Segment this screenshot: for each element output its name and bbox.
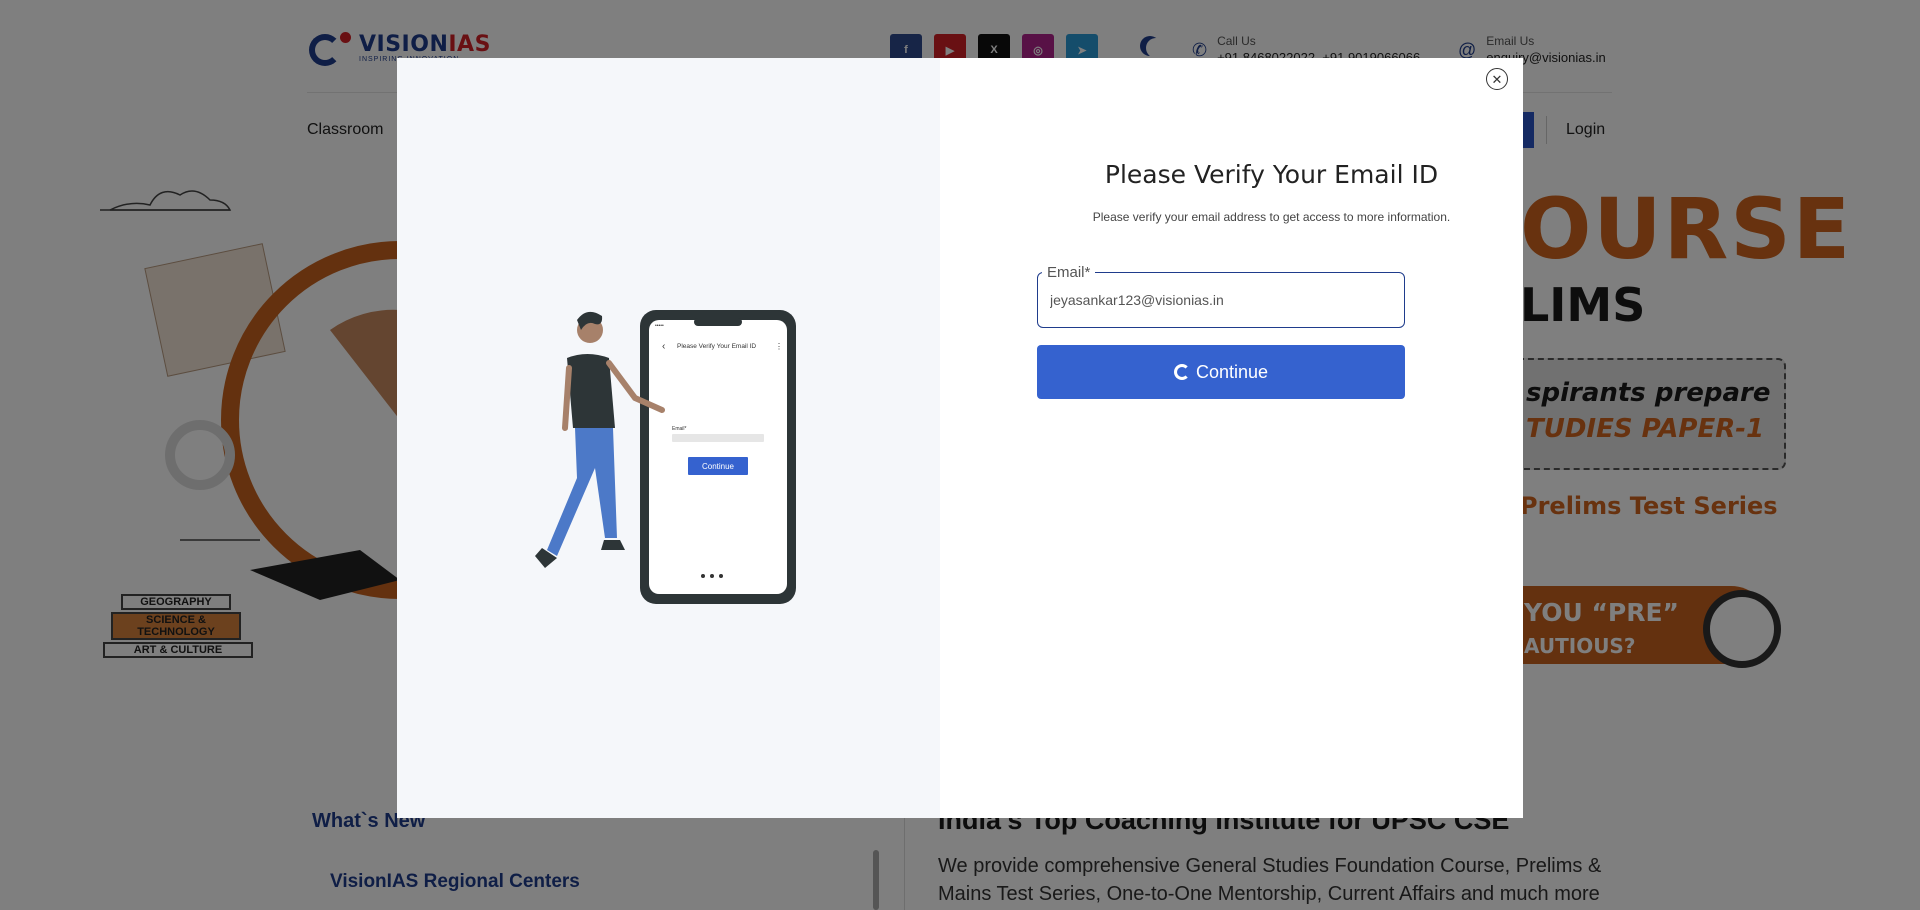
svg-text:‹: ‹	[662, 341, 665, 352]
phone-screen-continue: Continue	[702, 462, 735, 471]
modal-title: Please Verify Your Email ID	[1104, 160, 1439, 189]
modal-subtitle: Please verify your email address to get …	[1092, 210, 1451, 224]
person-phone-illustration: ••••• ‹ Please Verify Your Email ID ⋮ Em…	[535, 310, 796, 604]
verify-email-modal: ••••• ‹ Please Verify Your Email ID ⋮ Em…	[397, 58, 1523, 818]
email-input[interactable]	[1050, 292, 1390, 308]
email-field-label: Email*	[1042, 264, 1096, 281]
svg-text:⋮: ⋮	[775, 342, 783, 351]
loading-spinner-icon	[1173, 364, 1190, 380]
modal-illustration-panel: ••••• ‹ Please Verify Your Email ID ⋮ Em…	[397, 58, 940, 818]
phone-screen-title: Please Verify Your Email ID	[677, 343, 756, 350]
svg-text:•••••: •••••	[655, 323, 664, 329]
continue-button[interactable]: Continue	[1037, 345, 1405, 399]
close-icon[interactable]: ✕	[1486, 68, 1508, 90]
continue-label: Continue	[1195, 361, 1269, 382]
phone-screen-email-label: Email*	[672, 426, 687, 432]
